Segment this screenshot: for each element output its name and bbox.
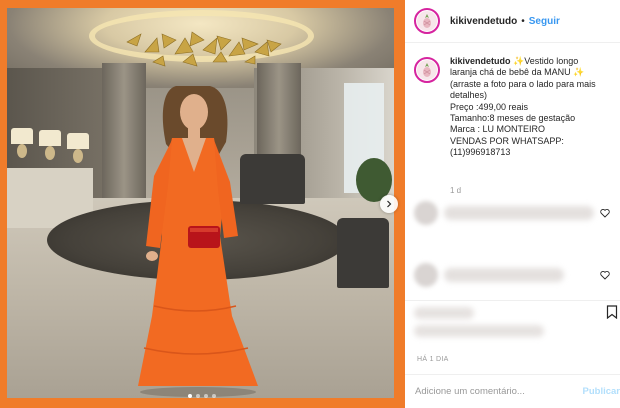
pineapple-logo-icon <box>423 63 431 77</box>
photo-lamp <box>39 130 61 146</box>
caption-line: detalhes) <box>450 90 488 101</box>
chevron-right-icon <box>387 200 392 208</box>
caption-line: Preço :499,00 reais <box>450 101 529 112</box>
bookmark-icon[interactable] <box>606 305 618 319</box>
avatar[interactable] <box>414 263 438 287</box>
post-age[interactable]: HÁ 1 DIA <box>417 356 449 363</box>
photo-lamp-base <box>73 149 83 163</box>
caption-line: Tamanho:8 meses de gestação <box>450 113 576 124</box>
photo-lamp-base <box>17 144 27 158</box>
header-separator: • <box>521 15 525 27</box>
heart-outline-icon[interactable] <box>600 270 610 280</box>
comment-item <box>414 260 620 290</box>
photo-lamp <box>67 133 89 149</box>
caption-line: VENDAS POR WHATSAPP: <box>450 135 564 146</box>
caption-line: (arraste a foto para o lado para mais <box>450 78 596 89</box>
photo-woman-orange-dress <box>138 86 258 397</box>
carousel-dot <box>204 394 208 398</box>
post-header: kikivendetudo • Seguir <box>405 0 620 43</box>
comment-text-redacted <box>444 268 564 282</box>
caption-avatar[interactable] <box>414 57 440 83</box>
carousel-dot <box>212 394 216 398</box>
caption-text: kikivendetudo ✨Vestido longo laranja chá… <box>450 56 610 159</box>
carousel-dot <box>188 394 192 398</box>
post-side-panel: kikivendetudo • Seguir kikivendetudo ✨Ve… <box>405 0 620 408</box>
caption-line: Marca : LU MONTEIRO <box>450 124 546 135</box>
avatar[interactable] <box>414 201 438 225</box>
caption-username[interactable]: kikivendetudo <box>450 56 511 66</box>
post-photo[interactable] <box>7 8 394 398</box>
publish-button[interactable]: Publicar <box>583 386 620 397</box>
photo-armchair <box>265 154 305 204</box>
add-comment-bar: Publicar <box>405 374 620 408</box>
header-username[interactable]: kikivendetudo <box>450 16 517 27</box>
comment-input[interactable] <box>415 386 575 397</box>
post-actions <box>405 300 620 350</box>
action-icons-redacted <box>414 307 474 319</box>
post-caption: kikivendetudo ✨Vestido longo laranja chá… <box>414 56 614 159</box>
carousel-next-button[interactable] <box>380 195 398 213</box>
follow-button[interactable]: Seguir <box>529 16 560 27</box>
comment-item <box>414 198 620 228</box>
media-frame <box>0 0 405 408</box>
photo-armchair <box>337 218 389 288</box>
carousel-dot <box>196 394 200 398</box>
caption-line: laranja chá de bebê da MANU ✨ <box>450 67 585 78</box>
caption-line: ✨Vestido longo <box>513 56 579 66</box>
likes-count-redacted <box>414 325 544 337</box>
caption-line: (11)996918713 <box>450 147 511 158</box>
carousel-indicator <box>188 394 216 398</box>
comment-text-redacted <box>444 206 594 220</box>
avatar[interactable] <box>414 8 440 34</box>
caption-timestamp[interactable]: 1 d <box>450 186 461 195</box>
pineapple-logo-icon <box>423 14 431 28</box>
heart-outline-icon[interactable] <box>600 208 610 218</box>
photo-lamp-base <box>45 146 55 160</box>
photo-lamp <box>11 128 33 144</box>
